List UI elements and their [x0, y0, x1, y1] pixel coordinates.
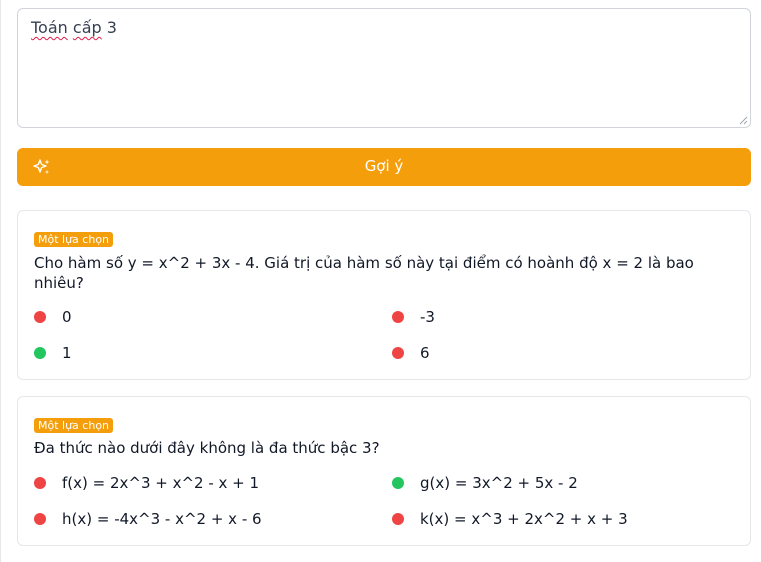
answer-option[interactable]: k(x) = x^3 + 2x^2 + x + 3 [392, 509, 628, 529]
question-type-badge: Một lựa chọn [34, 232, 114, 247]
left-divider [0, 0, 1, 562]
question-card: Một lựa chọn Đa thức nào dưới đây không … [17, 396, 751, 546]
answer-option[interactable]: f(x) = 2x^3 + x^2 - x + 1 [34, 473, 259, 493]
incorrect-indicator-icon [34, 311, 46, 323]
answer-option-label: f(x) = 2x^3 + x^2 - x + 1 [62, 474, 260, 492]
incorrect-indicator-icon [392, 347, 404, 359]
resize-handle-icon[interactable] [739, 116, 748, 125]
answer-option-label: 0 [62, 308, 72, 326]
correct-indicator-icon [392, 477, 404, 489]
incorrect-indicator-icon [34, 513, 46, 525]
question-card: Một lựa chọn Cho hàm số y = x^2 + 3x - 4… [17, 210, 751, 380]
incorrect-indicator-icon [392, 311, 404, 323]
answer-option-label: g(x) = 3x^2 + 5x - 2 [420, 474, 578, 492]
topic-text: Toán cấp 3 [31, 18, 117, 37]
topic-textarea[interactable]: Toán cấp 3 [17, 8, 751, 128]
answer-option-label: -3 [420, 308, 435, 326]
answer-option[interactable]: h(x) = -4x^3 - x^2 + x - 6 [34, 509, 262, 529]
incorrect-indicator-icon [392, 513, 404, 525]
answer-option[interactable]: 1 [34, 343, 72, 363]
question-text: Cho hàm số y = x^2 + 3x - 4. Giá trị của… [34, 254, 694, 292]
answer-option[interactable]: 6 [392, 343, 430, 363]
answer-option-label: h(x) = -4x^3 - x^2 + x - 6 [62, 510, 262, 528]
suggest-button[interactable]: Gợi ý [17, 148, 751, 186]
correct-indicator-icon [34, 347, 46, 359]
topic-word-2: cấp [72, 18, 102, 37]
answer-option[interactable]: 0 [34, 307, 72, 327]
topic-word-1: Toán [31, 18, 68, 37]
answer-option-label: k(x) = x^3 + 2x^2 + x + 3 [420, 510, 628, 528]
answer-option-label: 1 [62, 344, 72, 362]
answer-option-label: 6 [420, 344, 430, 362]
incorrect-indicator-icon [34, 477, 46, 489]
answer-option[interactable]: g(x) = 3x^2 + 5x - 2 [392, 473, 578, 493]
question-type-badge: Một lựa chọn [34, 418, 114, 433]
page: Toán cấp 3 Gợi ý Một lựa chọn Cho hàm số… [0, 0, 761, 562]
question-text: Đa thức nào dưới đây không là đa thức bậ… [34, 439, 380, 457]
answer-option[interactable]: -3 [392, 307, 435, 327]
suggest-button-label: Gợi ý [364, 157, 404, 175]
topic-word-3: 3 [106, 18, 117, 37]
